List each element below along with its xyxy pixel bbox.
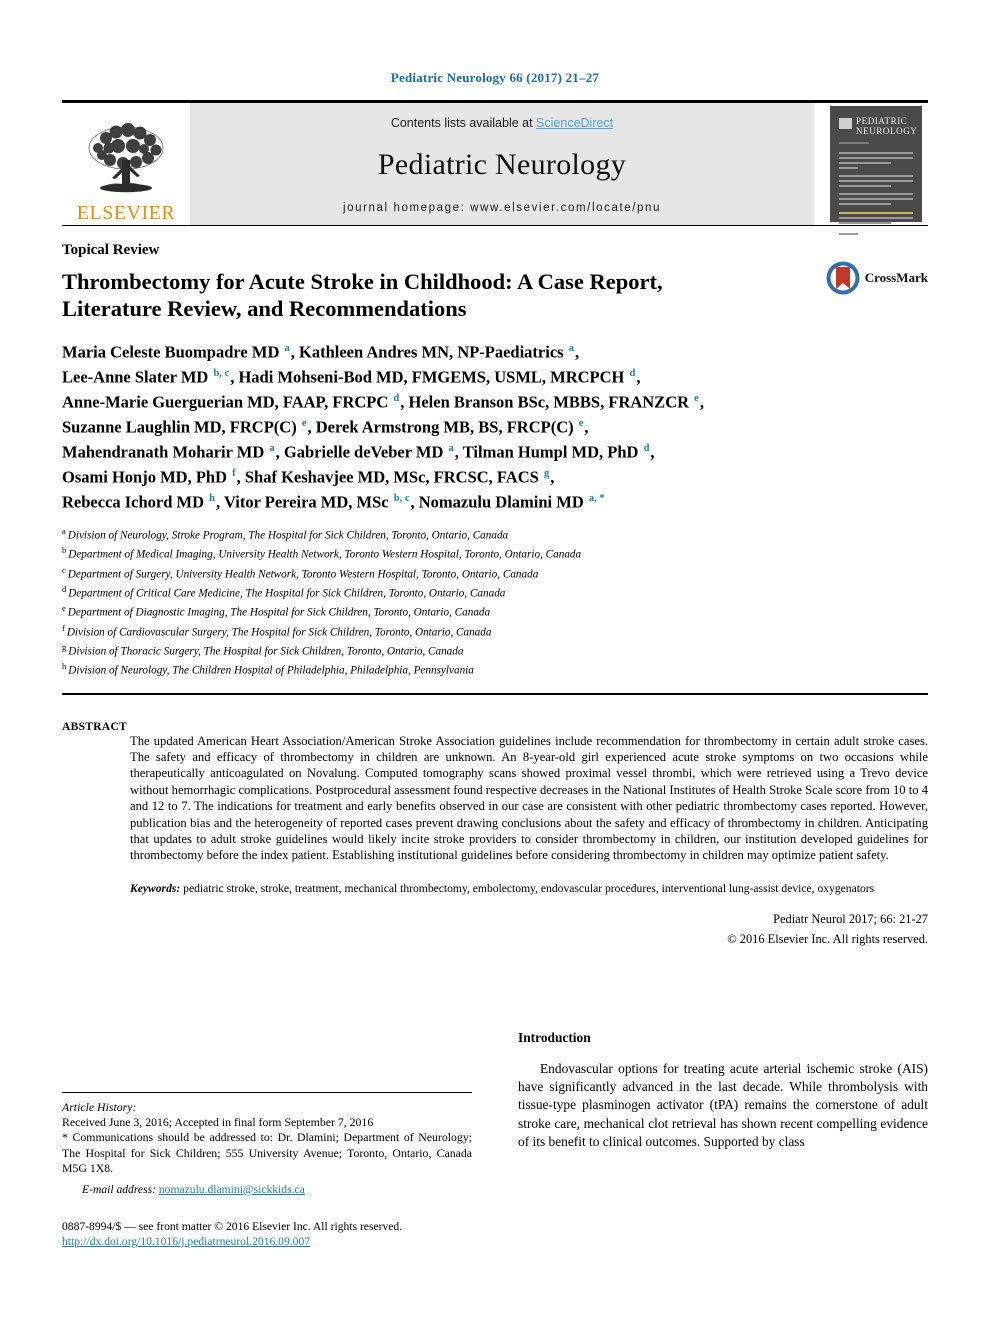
affiliation-item: f Division of Cardiovascular Surgery, The… bbox=[62, 621, 928, 640]
keywords-label: Keywords: bbox=[130, 881, 181, 895]
issn-frontmatter-line: 0887-8994/$ — see front matter © 2016 El… bbox=[62, 1219, 403, 1233]
journal-homepage-line[interactable]: journal homepage: www.elsevier.com/locat… bbox=[343, 202, 661, 214]
affiliation-text: Division of Neurology, Stroke Program, T… bbox=[67, 529, 509, 542]
copyright-line: © 2016 Elsevier Inc. All rights reserved… bbox=[727, 931, 928, 946]
affiliation-text: Department of Surgery, University Health… bbox=[67, 568, 539, 581]
affiliation-text: Division of Cardiovascular Surgery, The … bbox=[66, 626, 492, 639]
affiliation-text: Department of Critical Care Medicine, Th… bbox=[68, 587, 506, 600]
affiliation-item: d Department of Critical Care Medicine, T… bbox=[62, 582, 928, 601]
cover-publisher-mark-icon bbox=[839, 118, 852, 129]
affiliation-item: e Department of Diagnostic Imaging, The H… bbox=[62, 601, 928, 620]
right-column: Introduction Endovascular options for tr… bbox=[518, 1030, 928, 1248]
author-list: Maria Celeste Buompadre MD a, Kathleen A… bbox=[62, 342, 704, 512]
running-head: Pediatric Neurology 66 (2017) 21–27 bbox=[390, 70, 600, 85]
title-block: Topical Review Thrombectomy for Acute St… bbox=[62, 242, 928, 322]
journal-cover-thumbnail[interactable]: PEDIATRIC NEUROLOGY bbox=[824, 103, 928, 235]
cover-text-lines bbox=[839, 142, 913, 238]
doi-link[interactable]: http://dx.doi.org/10.1016/j.pediatrneuro… bbox=[62, 1235, 472, 1248]
masthead-bottom-rule bbox=[62, 225, 928, 226]
article-section-kicker: Topical Review bbox=[62, 242, 160, 258]
email-link[interactable]: nomazulu.dlamini@sickkids.ca bbox=[159, 1183, 305, 1196]
contents-prefix: Contents lists available at bbox=[390, 116, 537, 130]
affiliation-text: Division of Neurology, The Children Hosp… bbox=[68, 665, 474, 678]
crossmark-icon bbox=[826, 261, 860, 295]
elsevier-tree-icon bbox=[88, 123, 164, 193]
abstract-label-column: ABSTRACT bbox=[62, 721, 130, 947]
introduction-heading: Introduction bbox=[518, 1030, 591, 1045]
correspondence-note: * Communications should be addressed to:… bbox=[62, 1130, 472, 1176]
affiliation-text: Division of Thoracic Surgery, The Hospit… bbox=[68, 645, 464, 658]
email-label: E-mail address: bbox=[82, 1182, 156, 1196]
affiliation-item: b Department of Medical Imaging, Universi… bbox=[62, 543, 928, 562]
keywords-line: Keywords: pediatric stroke, stroke, trea… bbox=[130, 881, 928, 896]
email-line: E-mail address: nomazulu.dlamini@sickkid… bbox=[62, 1183, 472, 1196]
affiliation-text: Department of Medical Imaging, Universit… bbox=[68, 549, 582, 562]
cover-title-line2: NEUROLOGY bbox=[856, 126, 918, 136]
affiliation-item: g Division of Thoracic Surgery, The Hospi… bbox=[62, 640, 928, 659]
abstract-label: ABSTRACT bbox=[62, 720, 128, 733]
affiliation-item: c Department of Surgery, University Healt… bbox=[62, 563, 928, 582]
article-title: Thrombectomy for Acute Stroke in Childho… bbox=[62, 269, 663, 321]
affiliation-item: h Division of Neurology, The Children Hos… bbox=[62, 659, 928, 678]
citation-line: Pediatr Neurol 2017; 66: 21-27 bbox=[773, 911, 928, 926]
cover-title-line1: PEDIATRIC bbox=[856, 116, 908, 126]
abstract-body-column: The updated American Heart Association/A… bbox=[130, 721, 928, 947]
article-page: Pediatric Neurology 66 (2017) 21–27 ELSE… bbox=[0, 0, 990, 1320]
cover-image: PEDIATRIC NEUROLOGY bbox=[830, 106, 922, 235]
left-column: Article History: Received June 3, 2016; … bbox=[62, 1030, 472, 1248]
cover-title: PEDIATRIC NEUROLOGY bbox=[856, 116, 917, 136]
body-columns: Article History: Received June 3, 2016; … bbox=[62, 1030, 928, 1248]
article-history-label: Article History: bbox=[62, 1100, 137, 1114]
keywords-text: pediatric stroke, stroke, treatment, mec… bbox=[183, 881, 875, 895]
affiliation-item: a Division of Neurology, Stroke Program, … bbox=[62, 524, 928, 543]
sciencedirect-link[interactable]: ScienceDirect bbox=[536, 116, 613, 130]
article-history-dates: Received June 3, 2016; Accepted in final… bbox=[62, 1115, 374, 1129]
crossmark-badge[interactable]: CrossMark bbox=[825, 260, 928, 296]
crossmark-label: CrossMark bbox=[864, 270, 928, 285]
affiliation-text: Department of Diagnostic Imaging, The Ho… bbox=[67, 607, 491, 620]
introduction-text: Endovascular options for treating acute … bbox=[518, 1061, 928, 1149]
abstract-section: ABSTRACT The updated American Heart Asso… bbox=[62, 721, 928, 947]
journal-masthead: ELSEVIER Contents lists available at Sci… bbox=[62, 103, 928, 235]
abstract-text: The updated American Heart Association/A… bbox=[130, 733, 928, 863]
elsevier-wordmark: ELSEVIER bbox=[76, 202, 176, 224]
journal-title: Pediatric Neurology bbox=[377, 148, 627, 181]
affiliation-list: a Division of Neurology, Stroke Program, … bbox=[62, 524, 928, 679]
elsevier-logo: ELSEVIER bbox=[62, 103, 190, 225]
abstract-top-rule bbox=[62, 692, 928, 695]
contents-available-line: Contents lists available at ScienceDirec… bbox=[391, 116, 613, 130]
article-history-rule bbox=[62, 1092, 472, 1093]
masthead-center: Contents lists available at ScienceDirec… bbox=[190, 103, 814, 225]
